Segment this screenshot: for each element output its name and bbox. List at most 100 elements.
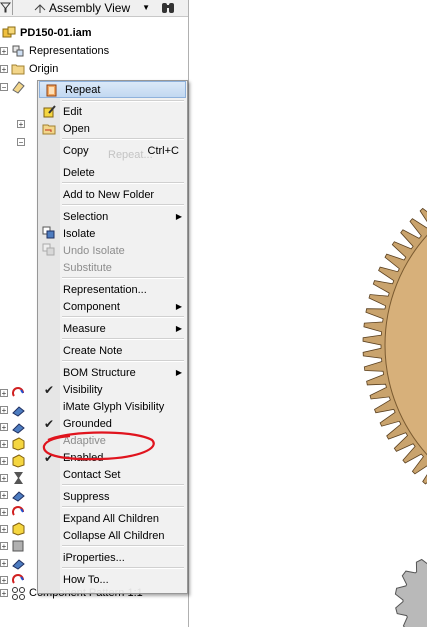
expand-icon[interactable]: + <box>0 541 8 550</box>
expand-icon[interactable]: + <box>0 524 8 533</box>
tree-item-representations[interactable]: + Representations <box>0 42 109 59</box>
menu-item-label: Create Note <box>63 344 123 357</box>
expand-icon[interactable]: + <box>0 575 8 584</box>
expand-icon[interactable]: + <box>0 507 8 516</box>
view-dropdown[interactable]: Assembly View ▼ <box>33 0 150 15</box>
gray-part-icon <box>12 540 24 551</box>
expand-icon[interactable]: + <box>0 388 8 397</box>
menu-item-expand-all-children[interactable]: Expand All Children <box>38 510 187 527</box>
menu-item-add-to-new-folder[interactable]: Add to New Folder <box>38 186 187 203</box>
chevron-down-icon: ▼ <box>142 3 151 12</box>
part-icon <box>12 405 25 417</box>
tree-item-selected[interactable]: − <box>0 78 29 95</box>
tree-item-part[interactable]: + <box>0 401 29 418</box>
expand-icon[interactable]: + <box>0 422 8 431</box>
menu-item-selection[interactable]: Selection ▶ <box>38 208 187 225</box>
menu-item-contact-set[interactable]: Contact Set <box>38 466 187 483</box>
submenu-arrow-icon: ▶ <box>175 324 182 333</box>
submenu-arrow-icon: ▶ <box>175 302 182 311</box>
menu-item-label: Suppress <box>63 490 110 503</box>
menu-item-label: How To... <box>63 573 109 586</box>
tree-root-label: PD150-01.iam <box>20 26 92 39</box>
menu-item-delete[interactable]: Delete <box>38 164 187 181</box>
tree-item-part[interactable]: + <box>0 554 29 571</box>
menu-item-edit[interactable]: Edit <box>38 103 187 120</box>
context-menu: Repeat... Repeat Edit Open Copy Ctrl+C D… <box>37 80 188 594</box>
folder-icon <box>11 64 25 74</box>
edit-icon <box>43 105 56 118</box>
tree-item-part[interactable]: + <box>0 537 29 554</box>
cube-icon <box>12 521 25 536</box>
menu-separator <box>62 545 184 547</box>
menu-item-measure[interactable]: Measure ▶ <box>38 320 187 337</box>
menu-item-copy[interactable]: Copy Ctrl+C <box>38 142 187 159</box>
menu-item-isolate[interactable]: Isolate <box>38 225 187 242</box>
constraint-icon <box>12 505 24 516</box>
checkmark-icon: ✔ <box>44 382 55 397</box>
expand-icon[interactable]: + <box>0 588 8 597</box>
tree-subitem[interactable]: + <box>17 115 25 132</box>
menu-item-label: Component <box>63 300 120 313</box>
tree-item-label: Representations <box>29 44 110 57</box>
menu-item-imate-glyph-visibility[interactable]: iMate Glyph Visibility <box>38 398 187 415</box>
menu-item-label: Open <box>63 122 90 135</box>
expand-icon[interactable]: + <box>0 490 8 499</box>
menu-separator <box>62 277 184 279</box>
tree-item-part[interactable]: + <box>0 486 29 503</box>
tree-item-origin[interactable]: + Origin <box>0 60 58 77</box>
filter-icon[interactable] <box>0 0 13 15</box>
menu-item-component[interactable]: Component ▶ <box>38 298 187 315</box>
menu-item-label: Collapse All Children <box>63 529 165 542</box>
menu-separator <box>62 182 184 184</box>
tree-item-constraint[interactable]: + <box>0 384 29 401</box>
menu-item-label: BOM Structure <box>63 366 136 379</box>
repeat-icon <box>46 84 57 97</box>
cube-icon <box>12 453 25 468</box>
menu-item-shortcut: Ctrl+C <box>147 144 179 157</box>
expand-icon[interactable]: + <box>0 439 8 448</box>
tree-item-part[interactable]: + <box>0 469 29 486</box>
tree-item-constraint[interactable]: + <box>0 503 29 520</box>
collapse-icon[interactable]: − <box>0 82 8 91</box>
menu-item-undo-isolate[interactable]: Undo Isolate <box>38 242 187 259</box>
menu-item-bom-structure[interactable]: BOM Structure ▶ <box>38 364 187 381</box>
tree-item-part[interactable]: + <box>0 418 29 435</box>
menu-separator <box>62 100 184 102</box>
menu-item-collapse-all-children[interactable]: Collapse All Children <box>38 527 187 544</box>
menu-item-visibility[interactable]: ✔ Visibility <box>38 381 187 398</box>
component-pattern-icon <box>12 586 25 600</box>
expand-icon[interactable]: + <box>0 456 8 465</box>
menu-separator <box>62 484 184 486</box>
expand-icon[interactable]: + <box>0 558 8 567</box>
menu-item-label: Repeat <box>65 83 101 96</box>
expand-icon[interactable]: + <box>17 119 25 128</box>
binoculars-icon[interactable] <box>160 0 176 18</box>
tree-root[interactable]: PD150-01.iam <box>2 24 92 41</box>
graphics-window[interactable] <box>189 0 427 627</box>
menu-item-label: Copy <box>63 144 89 157</box>
tree-item-part[interactable]: + <box>0 452 29 469</box>
expand-icon[interactable]: + <box>0 64 8 73</box>
tree-item-part[interactable]: + <box>0 520 29 537</box>
collapse-icon[interactable]: − <box>17 137 25 146</box>
menu-separator <box>62 567 184 569</box>
expand-icon[interactable]: + <box>0 473 8 482</box>
menu-item-representation[interactable]: Representation... <box>38 281 187 298</box>
assembly-icon <box>2 26 16 37</box>
expand-icon[interactable]: + <box>0 405 8 414</box>
menu-item-repeat[interactable]: Repeat <box>39 81 186 98</box>
hourglass-icon <box>14 471 23 484</box>
menu-item-substitute[interactable]: Substitute <box>38 259 187 276</box>
menu-item-suppress[interactable]: Suppress <box>38 488 187 505</box>
menu-separator <box>62 506 184 508</box>
menu-item-label: Undo Isolate <box>63 244 125 257</box>
menu-item-create-note[interactable]: Create Note <box>38 342 187 359</box>
tree-subitem[interactable]: − <box>17 133 25 150</box>
tree-item-part[interactable]: + <box>0 435 29 452</box>
menu-item-how-to[interactable]: How To... <box>38 571 187 588</box>
expand-icon[interactable]: + <box>0 46 8 55</box>
part-icon <box>12 490 25 502</box>
menu-item-open[interactable]: Open <box>38 120 187 137</box>
menu-separator <box>62 138 184 140</box>
menu-item-iproperties[interactable]: iProperties... <box>38 549 187 566</box>
